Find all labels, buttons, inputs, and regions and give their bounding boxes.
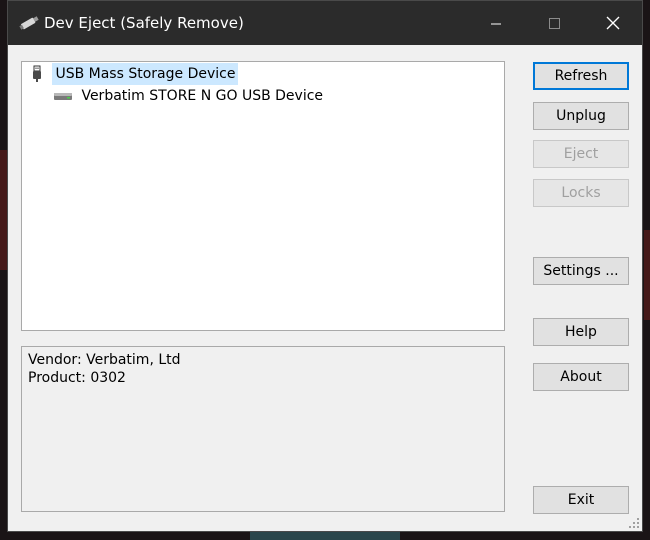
help-button[interactable]: Help: [533, 318, 629, 346]
tree-item-label: Verbatim STORE N GO USB Device: [81, 88, 324, 104]
drive-icon: [54, 93, 72, 100]
exit-button[interactable]: Exit: [533, 486, 629, 514]
maximize-button: [525, 1, 583, 45]
device-info-panel: Vendor: Verbatim, Ltd Product: 0302: [21, 346, 505, 512]
close-icon: [606, 16, 620, 30]
usb-stick-app-icon: [19, 16, 39, 30]
about-button[interactable]: About: [533, 363, 629, 391]
device-tree[interactable]: USB Mass Storage Device Verbatim STORE N…: [21, 61, 505, 331]
tree-item-usb-mass-storage[interactable]: USB Mass Storage Device: [26, 63, 239, 85]
usb-plug-icon: [33, 65, 41, 82]
title-bar[interactable]: Dev Eject (Safely Remove): [8, 1, 642, 45]
minimize-icon: [491, 23, 501, 25]
unplug-button[interactable]: Unplug: [533, 102, 629, 130]
close-button[interactable]: [584, 1, 642, 45]
locks-button: Locks: [533, 179, 629, 207]
tree-item-verbatim-drive[interactable]: Verbatim STORE N GO USB Device: [52, 85, 326, 107]
resize-grip-icon[interactable]: [629, 518, 639, 528]
settings-button[interactable]: Settings ...: [533, 257, 629, 285]
refresh-button[interactable]: Refresh: [533, 62, 629, 90]
vendor-line: Vendor: Verbatim, Ltd: [28, 352, 181, 368]
backdrop-glow: [644, 230, 650, 320]
tree-item-label: USB Mass Storage Device: [52, 63, 239, 85]
minimize-button[interactable]: [467, 1, 525, 45]
maximize-icon: [549, 18, 560, 29]
product-line: Product: 0302: [28, 370, 126, 386]
app-window: Dev Eject (Safely Remove) USB Mass Stora…: [7, 0, 643, 532]
backdrop-glow: [250, 532, 400, 540]
eject-button: Eject: [533, 140, 629, 168]
window-title: Dev Eject (Safely Remove): [44, 14, 244, 32]
